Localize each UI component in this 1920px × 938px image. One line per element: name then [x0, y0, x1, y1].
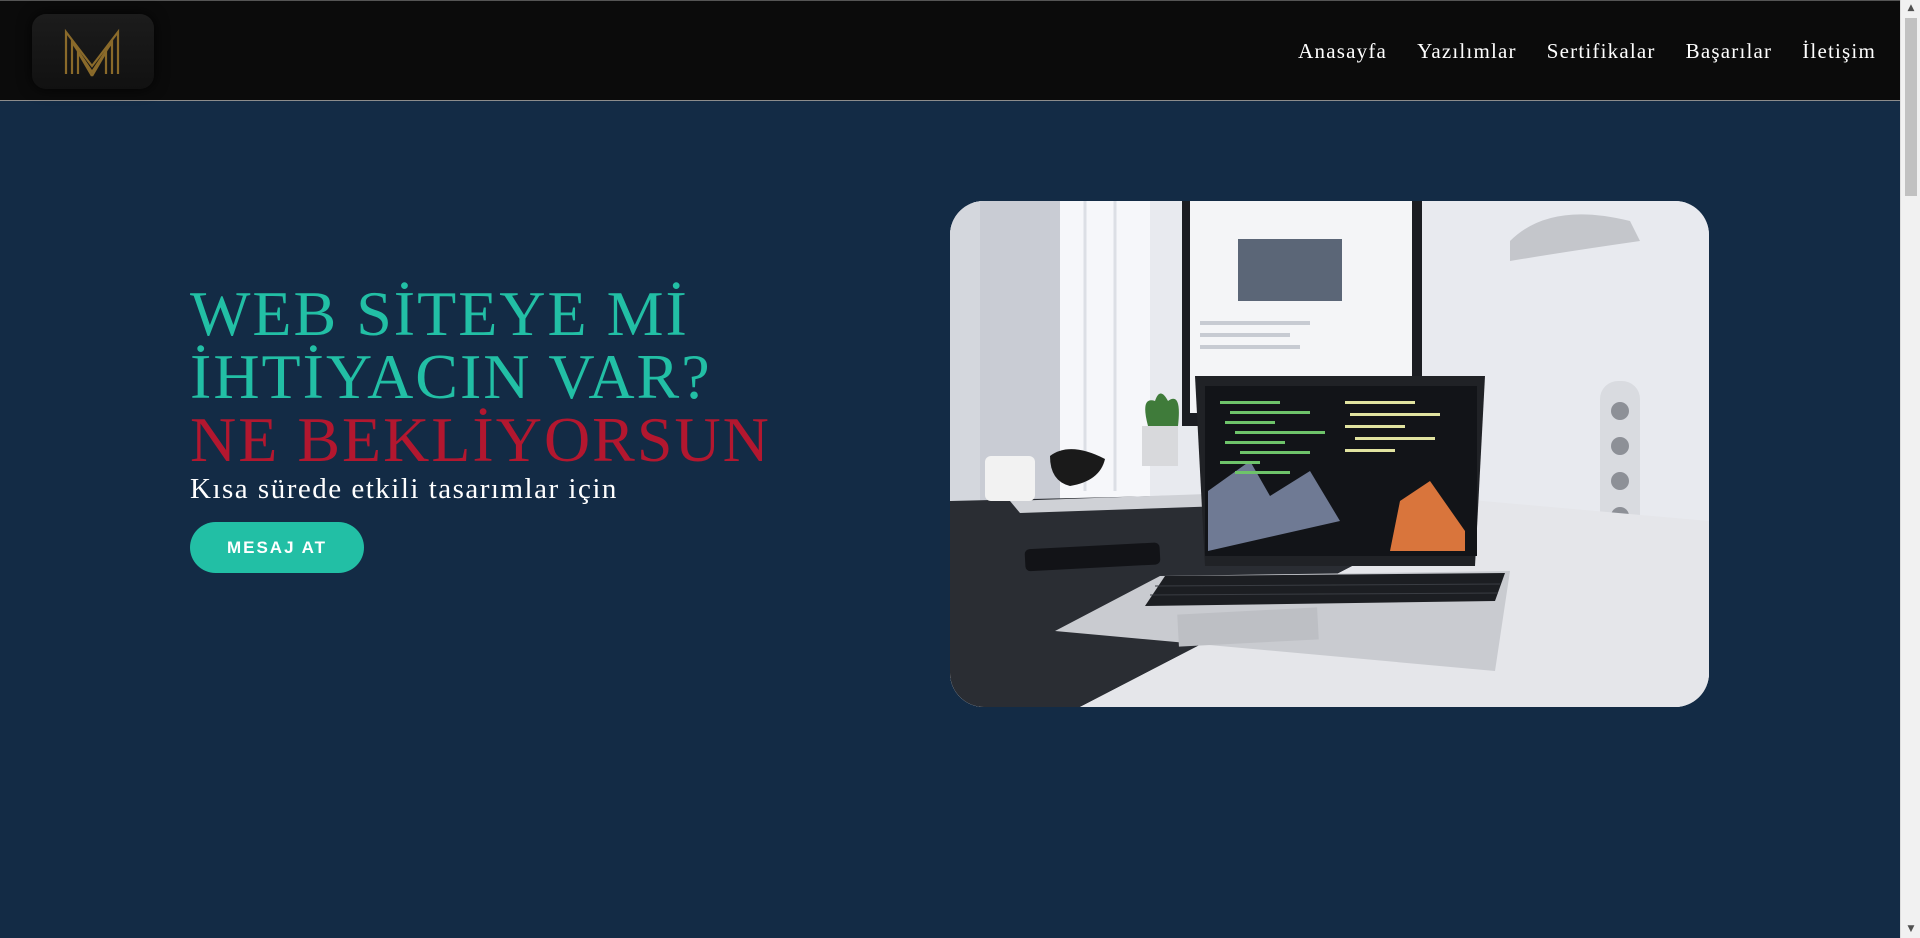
hero-subline: Kısa sürede etkili tasarımlar için: [190, 473, 618, 505]
hero-headline-line3: NE BEKLİYORSUN: [190, 404, 771, 475]
nav-link-iletisim[interactable]: İletişim: [1802, 39, 1876, 64]
scroll-down-icon[interactable]: ▼: [1901, 921, 1920, 938]
page-scrollbar[interactable]: ▲ ▼: [1900, 0, 1920, 938]
hero-headline-line2: İHTİYACIN VAR?: [190, 341, 712, 412]
scroll-thumb[interactable]: [1905, 18, 1917, 196]
nav-link-anasayfa[interactable]: Anasayfa: [1298, 39, 1387, 64]
laptop-desk-photo-icon: [950, 201, 1709, 707]
site-logo[interactable]: [32, 14, 154, 89]
navbar: Anasayfa Yazılımlar Sertifikalar Başarıl…: [0, 0, 1900, 101]
hero-headline-line1: WEB SİTEYE Mİ: [190, 278, 689, 349]
hero-image: [950, 201, 1709, 707]
nav-link-basarilar[interactable]: Başarılar: [1686, 39, 1773, 64]
message-button[interactable]: MESAJ AT: [190, 522, 364, 573]
nav-menu: Anasayfa Yazılımlar Sertifikalar Başarıl…: [1298, 39, 1876, 64]
hero-text: WEB SİTEYE Mİ İHTİYACIN VAR? NE BEKLİYOR…: [190, 282, 790, 506]
nav-link-yazilimlar[interactable]: Yazılımlar: [1417, 39, 1517, 64]
m-monogram-logo-icon: [64, 28, 120, 77]
scroll-up-icon[interactable]: ▲: [1901, 0, 1920, 17]
nav-link-sertifikalar[interactable]: Sertifikalar: [1547, 39, 1656, 64]
